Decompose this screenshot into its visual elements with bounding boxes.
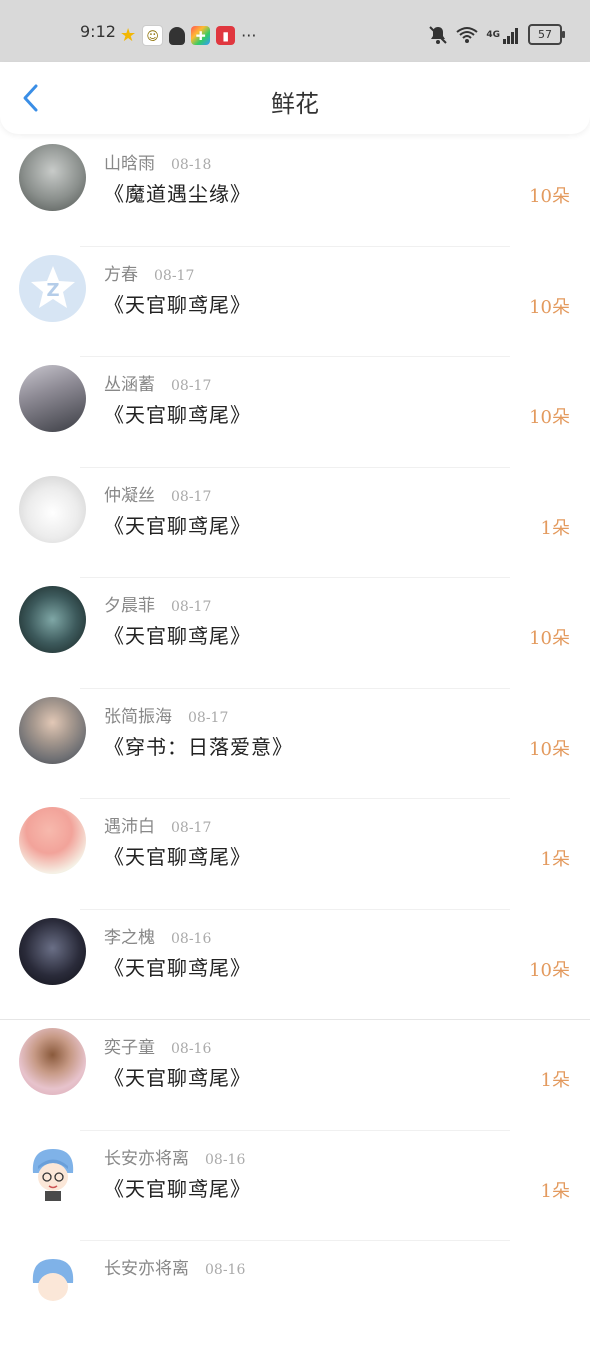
flower-count: 1朵 [540,1180,570,1202]
book-title: 《天官聊鸢尾》 [104,955,251,980]
flower-count: 1朵 [540,1070,570,1091]
list-item[interactable]: 奕子童 08-16 《天官聊鸢尾》 1朵 [0,1020,590,1131]
user-name: 长安亦将离 08-16 [104,1148,246,1169]
book-title: 《天官聊鸢尾》 [104,624,251,648]
user-name: 夕晨菲 08-17 [104,596,212,616]
list-item[interactable]: 张简振海 08-17 《穿书：日落爱意》 10朵 [0,689,590,799]
flower-count: 10朵 [529,628,570,649]
user-name: 方春 08-17 [104,264,195,285]
notification-icons: ★ ☺ ✚ ▮ ··· [120,25,256,46]
avatar [19,696,86,764]
avatar: Z [19,254,86,322]
page-title: 鲜花 [271,90,319,118]
flower-count: 10朵 [529,407,570,428]
book-title: 《天官聊鸢尾》 [104,845,251,869]
anime-avatar-icon [32,1148,74,1201]
book-title: 《天官聊鸢尾》 [104,1176,251,1201]
flower-count: 10朵 [529,186,570,207]
list-item[interactable]: 长安亦将离 08-16 《天官聊鸢尾》 1朵 [0,1131,590,1241]
book-app-icon: ▮ [216,26,236,45]
network-type: 4G [486,29,500,40]
signal-icon [503,27,518,44]
gift-date: 08-17 [171,488,212,505]
avatar [19,475,86,543]
gift-date: 08-16 [171,930,212,947]
user-name: 山晗雨 08-18 [104,154,212,174]
gift-date: 08-16 [205,1151,246,1168]
flower-list: 山晗雨 08-18 《魔道遇尘缘》 10朵 Z 方春 08-17 《天官聊鸢尾》 1… [0,136,590,1352]
anime-avatar-icon [32,1259,74,1301]
status-bar: 9:12 ★ ☺ ✚ ▮ ··· 4G 57 [0,0,590,62]
list-item[interactable]: 山晗雨 08-18 《魔道遇尘缘》 10朵 [0,136,590,247]
gift-date: 08-17 [154,267,195,284]
flower-count: 1朵 [540,849,570,870]
gift-date: 08-17 [171,378,212,394]
qq-icon [169,26,186,45]
emoji-app-icon: ☺ [142,25,164,46]
user-name: 长安亦将离 08-16 [104,1259,246,1279]
flower-count: 10朵 [529,738,570,760]
user-name: 遇沛白 08-17 [104,817,212,837]
book-title: 《天官聊鸢尾》 [104,403,251,427]
book-title: 《天官聊鸢尾》 [104,292,251,317]
grid-app-icon: ✚ [191,26,211,45]
battery-level: 57 [538,28,552,41]
gift-date: 08-17 [171,820,212,836]
list-item[interactable]: 丛涵蓄 08-17 《天官聊鸢尾》 10朵 [0,357,590,468]
star-icon: ★ [120,25,137,46]
gift-date: 08-16 [205,1262,246,1278]
gift-date: 08-17 [171,599,212,615]
gift-date: 08-18 [171,157,212,173]
list-item[interactable]: 长安亦将离 08-16 [0,1241,590,1352]
mute-bell-icon [429,25,448,44]
list-item[interactable]: Z 方春 08-17 《天官聊鸢尾》 10朵 [0,247,590,357]
list-item[interactable]: 仲凝丝 08-17 《天官聊鸢尾》 1朵 [0,468,590,578]
book-title: 《天官聊鸢尾》 [104,513,251,538]
system-status: 4G 57 [428,24,565,45]
avatar [19,586,86,653]
avatar [19,1028,86,1095]
user-name: 张简振海 08-17 [104,706,229,727]
gift-date: 08-17 [188,709,229,726]
gift-date: 08-16 [171,1041,212,1057]
avatar [19,365,86,432]
flower-count: 10朵 [529,296,570,318]
list-item[interactable]: 遇沛白 08-17 《天官聊鸢尾》 1朵 [0,799,590,910]
avatar [19,807,86,874]
user-name: 丛涵蓄 08-17 [104,375,212,395]
list-item[interactable]: 夕晨菲 08-17 《天官聊鸢尾》 10朵 [0,578,590,689]
user-name: 奕子童 08-16 [104,1038,212,1058]
wifi-icon [456,26,478,43]
flower-count: 10朵 [529,959,570,981]
avatar [19,917,86,985]
default-avatar-icon: Z [30,266,75,308]
navigation-bar: 鲜花 [0,62,590,134]
book-title: 《穿书：日落爱意》 [104,734,293,759]
status-time: 9:12 [80,22,116,41]
book-title: 《天官聊鸢尾》 [104,1066,251,1090]
svg-text:Z: Z [46,280,59,301]
avatar [19,144,86,211]
more-notifications: ··· [241,26,257,45]
book-title: 《魔道遇尘缘》 [104,182,251,206]
flower-count: 1朵 [540,517,570,539]
avatar [19,1138,86,1206]
user-name: 仲凝丝 08-17 [104,485,212,506]
avatar [19,1249,86,1316]
list-item[interactable]: 李之槐 08-16 《天官聊鸢尾》 10朵 [0,910,590,1020]
user-name: 李之槐 08-16 [104,927,212,948]
battery-icon: 57 [528,24,565,45]
